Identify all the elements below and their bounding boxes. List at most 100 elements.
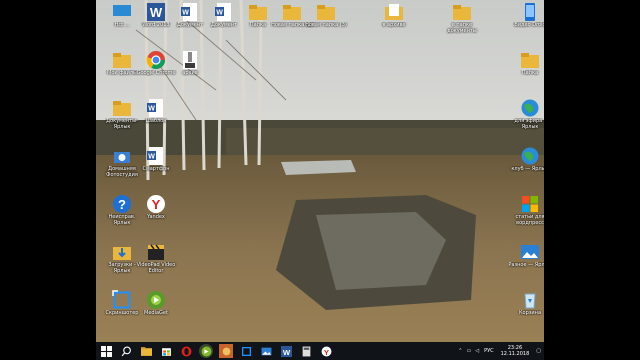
- desktop-icon[interactable]: W Смартфон: [134, 146, 178, 172]
- taskbar-calculator[interactable]: [299, 344, 313, 358]
- folder-icon: [317, 5, 335, 20]
- phone-icon: [525, 3, 535, 21]
- image-icon: [521, 245, 539, 259]
- chrome-icon: [146, 51, 165, 70]
- globe-icon: [521, 99, 539, 117]
- desktop-icon-label: в архиве: [382, 22, 406, 28]
- paint-icon: [222, 347, 230, 355]
- svg-text:W: W: [282, 347, 290, 356]
- taskbar-opera[interactable]: [179, 344, 193, 358]
- desktop-icon[interactable]: клуб — Ярлык: [508, 146, 544, 172]
- explorer-icon: [140, 346, 152, 356]
- desktop-icon[interactable]: Папка: [508, 50, 544, 76]
- taskbar: W Y ⌃ ▭ ◁ РУС 23:26 12.11.2018 ▢: [96, 342, 544, 360]
- folder-download-icon: [113, 247, 131, 260]
- word-doc-icon: W: [215, 3, 231, 21]
- desktop-icon-label: Видео Droid: [514, 22, 544, 28]
- chevron-up-icon[interactable]: ⌃: [458, 348, 462, 354]
- clock[interactable]: 23:26 12.11.2018: [501, 345, 530, 357]
- taskbar-word[interactable]: W: [279, 344, 293, 358]
- start-button[interactable]: [99, 344, 113, 358]
- folder-icon: [453, 5, 471, 20]
- opera-icon: [181, 346, 191, 356]
- volume-icon[interactable]: ◁: [475, 348, 479, 354]
- desktop-icon-label: клуб — Ярлык: [511, 166, 544, 172]
- desktop-icon-label: статьи для вордпресс: [515, 214, 544, 226]
- taskbar-store[interactable]: [159, 344, 173, 358]
- calculator-icon: [302, 346, 310, 356]
- desktop-icon[interactable]: в папке документы: [440, 2, 484, 34]
- network-icon[interactable]: ▭: [466, 348, 471, 354]
- desktop-icon[interactable]: Видео Droid: [508, 2, 544, 28]
- desktop-icon[interactable]: VideoPad Video Editor: [134, 242, 178, 274]
- notifications-icon[interactable]: ▢: [536, 348, 541, 354]
- svg-text:?: ?: [118, 197, 126, 212]
- taskbar-mediaget[interactable]: [199, 344, 213, 358]
- word-doc-icon: W: [147, 147, 163, 165]
- help-icon: ?: [113, 195, 131, 213]
- search-button[interactable]: [119, 344, 133, 358]
- desktop-icon[interactable]: Новая папка (3): [304, 2, 348, 28]
- folder-icon: [283, 5, 301, 20]
- desktop-icon[interactable]: MediaGet: [134, 290, 178, 316]
- screenshot-icon: [241, 346, 251, 356]
- desktop-icon[interactable]: Y Yandex: [134, 194, 178, 220]
- yandex-icon: Y: [147, 195, 165, 213]
- desktop-icon-label: для эфира - Ярлык: [514, 118, 544, 130]
- search-icon: [121, 346, 131, 356]
- windows-icon: [100, 345, 112, 357]
- word-icon: W: [147, 3, 165, 21]
- desktop-icon[interactable]: для эфира - Ярлык: [508, 98, 544, 130]
- recycle-bin-icon: [524, 293, 536, 309]
- desktop-icon-label: Папка: [521, 70, 539, 76]
- store-icon: [161, 347, 171, 356]
- folder-icon: [521, 53, 539, 68]
- desktop-icon-label: Разное — Ярлык: [508, 262, 544, 268]
- screenshot-icon: [112, 290, 131, 309]
- desktop-icon-label: Шаблон: [145, 118, 167, 124]
- monitor-icon: [113, 5, 131, 19]
- clock-date: 12.11.2018: [500, 351, 530, 357]
- windows-shield-icon: [522, 196, 538, 212]
- taskbar-explorer[interactable]: [139, 344, 153, 358]
- desktop-icon-label: Корзина: [518, 310, 542, 316]
- word-icon: W: [280, 345, 292, 357]
- folder-doc-icon: [385, 4, 403, 20]
- word-doc-icon: W: [181, 3, 197, 21]
- system-tray: ⌃ ▭ ◁ РУС 23:26 12.11.2018 ▢: [456, 342, 544, 360]
- taskbar-photos[interactable]: [259, 344, 273, 358]
- svg-text:Y: Y: [152, 197, 161, 212]
- desktop-icon[interactable]: W Шаблон: [134, 98, 178, 124]
- language-indicator[interactable]: РУС: [484, 348, 494, 354]
- desktop-icon-label: Новая папка (3): [305, 22, 347, 28]
- desktop-icon[interactable]: статьи для вордпресс: [508, 194, 544, 226]
- mediaget-icon: [201, 346, 211, 356]
- desktop-icon[interactable]: Разное — Ярлык: [508, 242, 544, 268]
- globe-icon: [521, 147, 539, 165]
- taskbar-screenshot[interactable]: [239, 344, 253, 358]
- desktop: Hct ... W Word 2013 W Документ W Документ Папка…: [96, 0, 544, 360]
- folder-icon: [249, 5, 267, 20]
- clapper-icon: [148, 244, 164, 260]
- desktop-icon[interactable]: архив: [168, 50, 212, 76]
- folder-icon: [113, 53, 131, 68]
- archive-icon: [183, 51, 197, 69]
- desktop-icon-label: архив: [182, 70, 198, 76]
- svg-text:W: W: [216, 10, 223, 17]
- taskbar-yandex[interactable]: Y: [319, 344, 333, 358]
- desktop-icon-label: MediaGet: [144, 310, 168, 316]
- desktop-icon-label: VideoPad Video Editor: [136, 262, 176, 274]
- svg-text:W: W: [148, 106, 155, 113]
- taskbar-paint[interactable]: [219, 344, 233, 358]
- desktop-icon[interactable]: Корзина: [508, 290, 544, 316]
- svg-text:W: W: [148, 154, 155, 161]
- svg-text:W: W: [150, 5, 163, 20]
- photos-icon: [261, 347, 271, 355]
- svg-text:Y: Y: [323, 347, 328, 356]
- desktop-icon[interactable]: в архиве: [372, 2, 416, 28]
- mediaget-icon: [147, 291, 165, 309]
- camera-icon: [114, 152, 130, 163]
- yandex-icon: Y: [321, 346, 331, 356]
- word-doc-icon: W: [147, 99, 163, 117]
- svg-text:W: W: [182, 10, 189, 17]
